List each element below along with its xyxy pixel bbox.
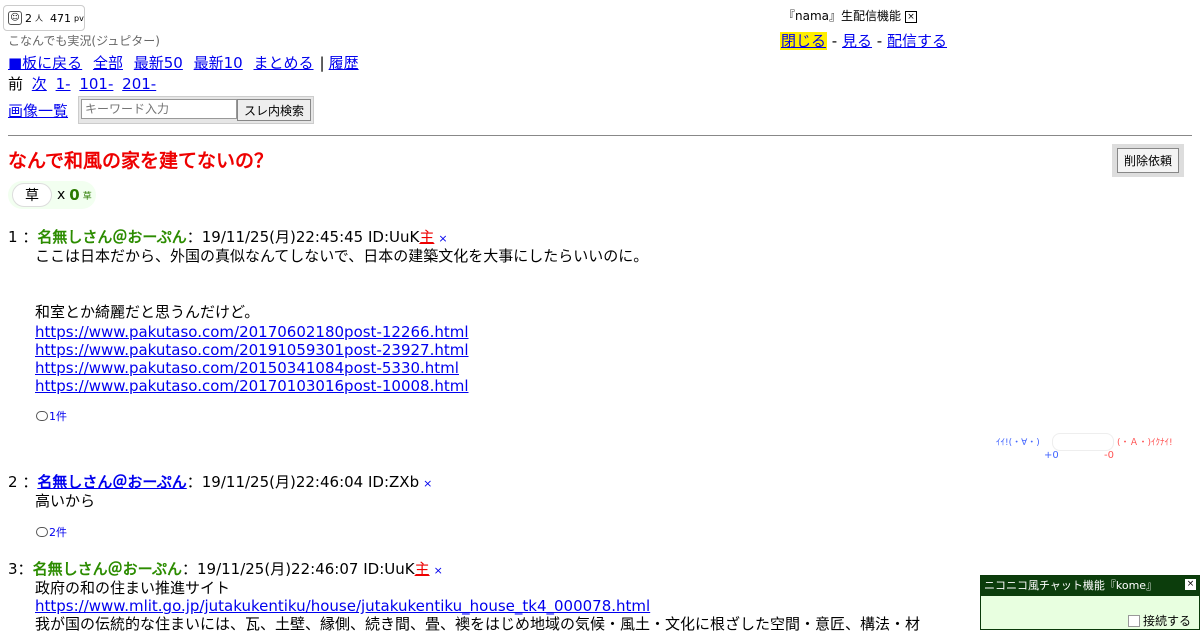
post-sep: ： [22,228,38,246]
page-201-link[interactable]: 201- [122,75,156,93]
post-date: 19/11/25(月)22:46:04 [201,473,364,491]
poster-id[interactable]: ID:UuK [363,560,414,578]
post-header: 2 ：名無しさん＠おーぷん：19/11/25(月)22:46:04 ID:ZXb… [8,471,432,492]
latest50-link[interactable]: 最新50 [134,54,183,72]
bad-count: -0 [1104,450,1114,461]
delete-request-area: 削除依頼 [1112,144,1185,177]
good-count: +0 [1044,450,1059,461]
poster-id[interactable]: ID:UuK [368,228,419,246]
people-count: 2 [25,11,32,25]
poster-name: 名無しさん＠おーぷん [32,560,182,578]
nav-separator: | [319,54,325,72]
divider [8,135,1192,136]
hide-post-icon[interactable]: × [434,564,443,577]
connect-label: 接続する [1142,614,1191,628]
post-body: ここは日本だから、外国の真似なんてしないで、日本の建築文化を大事にしたらいいのに… [35,247,648,395]
reply-count: 2件 [49,526,67,539]
next-link[interactable]: 次 [32,75,47,93]
post-date: 19/11/25(月)22:45:45 [201,228,364,246]
kusa-button[interactable]: 草 [12,183,52,207]
post-number: 1 [8,228,18,246]
all-posts-link[interactable]: 全部 [93,54,123,72]
post-sep: ： [22,473,38,491]
post-sep: ： [17,560,33,578]
nama-broadcast-link[interactable]: 配信する [887,32,947,50]
chat-connect[interactable]: 接続する [1127,612,1191,629]
latest10-link[interactable]: 最新10 [194,54,243,72]
close-icon[interactable]: × [905,10,918,23]
access-counter: ☺ 2人 471 pv [3,5,85,31]
hide-post-icon[interactable]: × [438,232,447,245]
post-text: ここは日本だから、外国の真似なんてしないで、日本の建築文化を大事にしたらいいのに… [35,247,649,265]
bad-vote-button[interactable]: (・Ａ・)ｲｸﾅｲ! [1117,435,1173,448]
kome-chat-panel: ニコニコ風チャット機能『kome』 × 接続する [980,575,1200,630]
vote-widget: ｲｲ!(・∀・) (・Ａ・)ｲｸﾅｲ! +0 -0 [994,433,1189,463]
good-vote-button[interactable]: ｲｲ!(・∀・) [996,435,1040,448]
post-header: 1 ：名無しさん＠おーぷん：19/11/25(月)22:45:45 ID:UuK… [8,226,448,247]
nama-watch-link[interactable]: 見る [842,32,872,50]
reply-count-button[interactable]: 1件 [36,408,67,424]
reply-count-button[interactable]: 2件 [36,524,67,540]
page-101-link[interactable]: 101- [79,75,113,93]
image-list-link[interactable]: 画像一覧 [8,100,68,121]
poster-name: 名無しさん＠おーぷん [37,228,187,246]
connect-checkbox[interactable] [1127,614,1140,627]
post-number: 3 [8,560,18,578]
kusa-reaction: 草 x 0 草 [8,181,96,209]
post-colon: ： [181,560,197,578]
kusa-unit: 草 [82,191,92,202]
nama-dash: - [876,32,883,50]
pv-unit: pv [74,13,84,23]
post-date: 19/11/25(月)22:46:07 [196,560,359,578]
post-body: 高いから [35,492,95,510]
hide-post-icon[interactable]: × [423,477,432,490]
post-number: 2 [8,473,18,491]
close-icon[interactable]: × [1185,579,1196,590]
nama-hide-link[interactable]: 閉じる [780,32,828,50]
search-input[interactable] [81,99,238,119]
owner-mark[interactable]: 主 [415,560,430,578]
comment-icon [36,411,48,421]
poster-id[interactable]: ID:ZXb [368,473,419,491]
vote-bar [1052,433,1114,451]
board-name: こなんでも実況(ジュピター) [8,34,160,48]
history-link[interactable]: 履歴 [329,54,359,72]
poster-name-link[interactable]: 名無しさん＠おーぷん [37,473,186,491]
kusa-count: 0 [69,186,80,204]
chat-title-bar: ニコニコ風チャット機能『kome』 × [981,576,1199,596]
nama-title-text: 『nama』生配信機能 [783,9,902,23]
post-colon: ： [186,473,202,491]
nama-dash: - [831,32,838,50]
post-link[interactable]: https://www.pakutaso.com/20150341084post… [35,359,648,377]
page-1-link[interactable]: 1- [56,75,71,93]
post-link[interactable]: https://www.pakutaso.com/20170602180post… [35,323,648,341]
post-text: 高いから [35,492,96,510]
post-text: 和室とか綺麗だと思うんだけど。 [35,303,260,321]
chat-title: ニコニコ風チャット機能『kome』 [984,579,1158,592]
face-icon: ☺ [8,11,22,25]
search-button[interactable]: スレ内検索 [237,99,312,121]
post-link[interactable]: https://www.pakutaso.com/20170103016post… [35,377,648,395]
comment-icon [36,527,48,537]
pv-count: 471 [50,11,71,25]
post-link[interactable]: https://www.pakutaso.com/20191059301post… [35,341,648,359]
owner-mark[interactable]: 主 [419,228,434,246]
prev-label: 前 [8,75,24,93]
thread-search: スレ内検索 [78,96,315,124]
thread-title: なんで和風の家を建てないの？ [8,150,274,172]
people-unit: 人 [35,13,43,23]
delete-request-button[interactable]: 削除依頼 [1117,148,1180,173]
thread-nav: ■板に戻る 全部 最新50 最新10 まとめる | 履歴 [8,52,365,73]
kusa-x: x [57,187,66,203]
post-colon: ： [186,228,202,246]
back-to-board-link[interactable]: ■板に戻る [8,54,82,72]
post-header: 3：名無しさん＠おーぷん：19/11/25(月)22:46:07 ID:UuK主… [8,558,443,579]
nama-links: 閉じる - 見る - 配信する [780,30,947,51]
tools-row: 画像一覧 スレ内検索 [8,96,315,124]
reply-count: 1件 [49,410,67,423]
summarize-link[interactable]: まとめる [254,54,314,72]
nama-panel-title: 『nama』生配信機能 × [783,7,918,24]
page-nav: 前 次 1- 101- 201- [8,73,156,94]
